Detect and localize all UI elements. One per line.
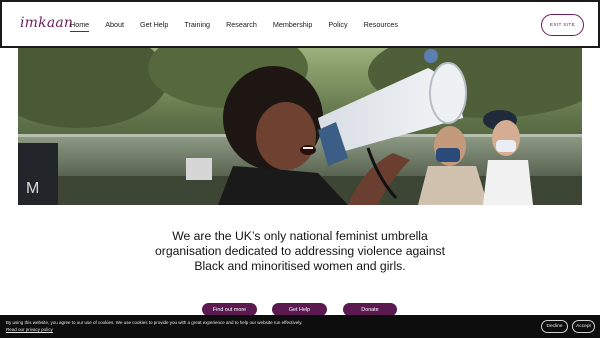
- cookie-decline-button[interactable]: Decline: [541, 320, 568, 333]
- cookie-message: By using this website, you agree to our …: [6, 320, 303, 325]
- nav-home[interactable]: Home: [70, 20, 90, 32]
- cookie-banner: By using this website, you agree to our …: [0, 315, 600, 338]
- exit-site-button[interactable]: EXIT SITE: [541, 14, 584, 36]
- svg-text:M: M: [26, 180, 39, 197]
- site-header: imkaan Home About Get Help Training Rese…: [0, 0, 600, 48]
- nav-membership[interactable]: Membership: [273, 20, 313, 30]
- cookie-accept-button[interactable]: Accept: [572, 320, 595, 333]
- nav-policy[interactable]: Policy: [328, 20, 347, 30]
- nav-training[interactable]: Training: [184, 20, 210, 30]
- mission-statement: We are the UK’s only national feminist u…: [155, 229, 445, 273]
- nav-resources[interactable]: Resources: [364, 20, 398, 30]
- nav-get-help[interactable]: Get Help: [140, 20, 168, 30]
- main-nav: Home About Get Help Training Research Me…: [70, 20, 398, 32]
- privacy-policy-link[interactable]: Read our privacy policy: [6, 327, 53, 332]
- protest-photo: M: [18, 48, 582, 205]
- nav-research[interactable]: Research: [226, 20, 257, 30]
- hero-image: M: [18, 48, 582, 205]
- imkaan-logo[interactable]: imkaan: [20, 15, 73, 31]
- nav-about[interactable]: About: [105, 20, 124, 30]
